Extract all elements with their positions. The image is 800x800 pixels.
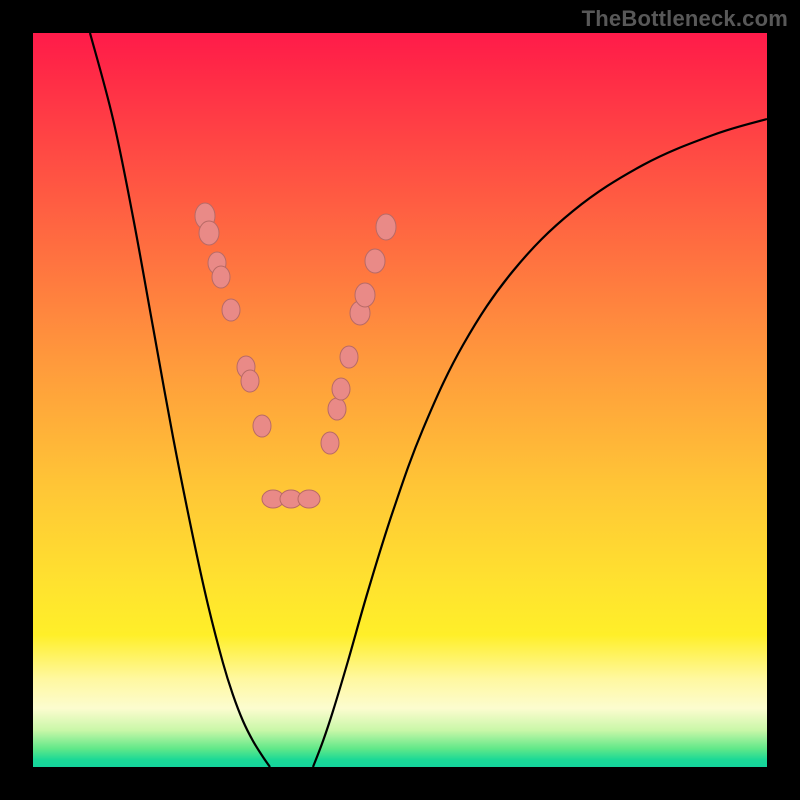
curve-left-curve <box>90 33 270 767</box>
data-marker <box>376 214 396 240</box>
data-marker <box>212 266 230 288</box>
data-marker <box>253 415 271 437</box>
data-marker <box>321 432 339 454</box>
data-marker <box>199 221 219 245</box>
data-marker <box>365 249 385 273</box>
data-marker <box>241 370 259 392</box>
data-marker <box>222 299 240 321</box>
data-marker <box>332 378 350 400</box>
data-marker <box>328 398 346 420</box>
curve-overlay <box>33 33 767 767</box>
plot-area <box>33 33 767 767</box>
watermark-text: TheBottleneck.com <box>582 6 788 32</box>
data-marker <box>298 490 320 508</box>
data-marker <box>340 346 358 368</box>
data-marker <box>355 283 375 307</box>
chart-frame: TheBottleneck.com <box>0 0 800 800</box>
